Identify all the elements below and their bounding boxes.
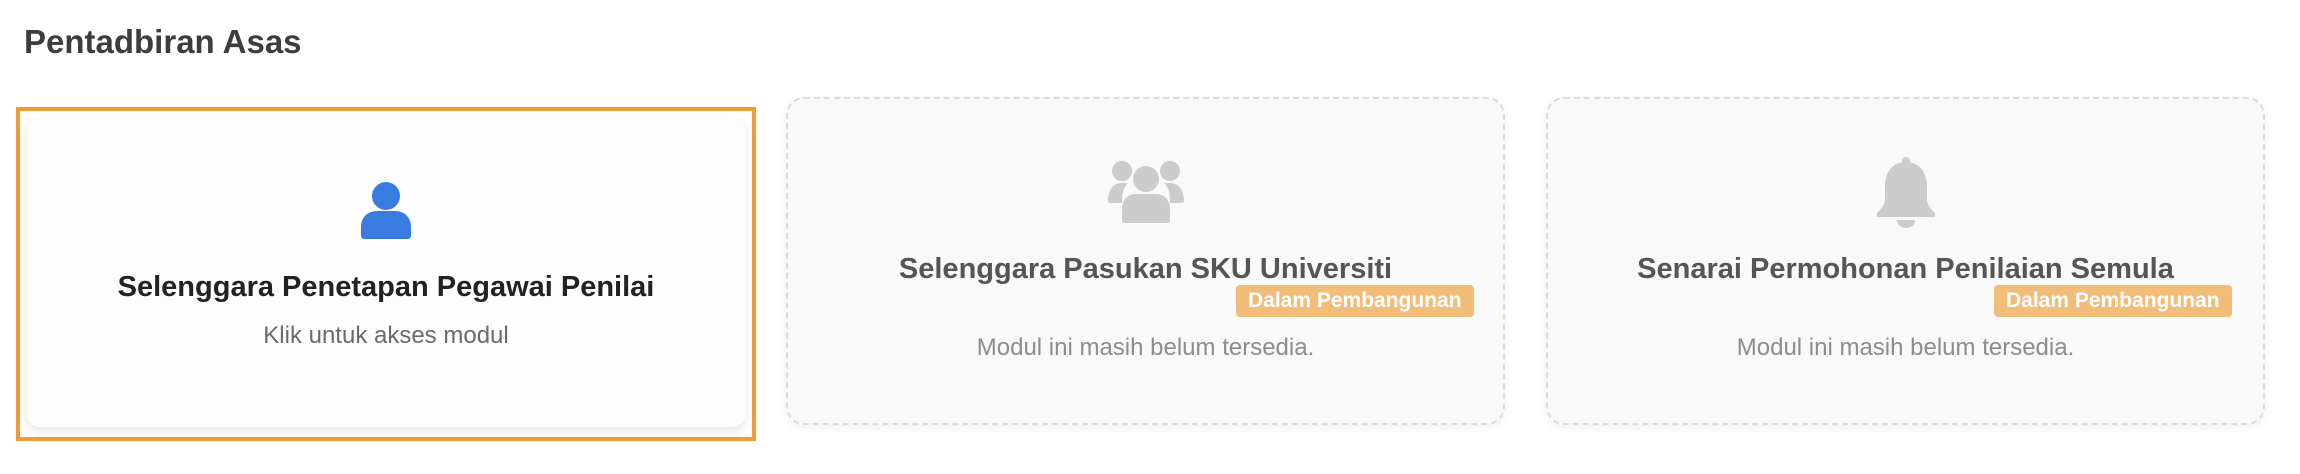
status-badge: Dalam Pembangunan: [1994, 285, 2232, 317]
status-badge: Dalam Pembangunan: [1236, 285, 1474, 317]
user-icon: [360, 181, 412, 246]
bell-icon: [1873, 157, 1939, 234]
module-card-permohonan-penilaian-semula: Senarai Permohonan Penilaian Semula Dala…: [1546, 97, 2265, 425]
card-description: Klik untuk akses modul: [263, 322, 509, 349]
card-description: Modul ini masih belum tersedia.: [1736, 334, 2075, 361]
module-card-pasukan-sku-universiti: Selenggara Pasukan SKU Universiti Dalam …: [786, 97, 1505, 425]
page: Pentadbiran Asas Selenggara Penetapan Pe…: [0, 0, 2300, 474]
module-card-body[interactable]: Selenggara Penetapan Pegawai Penilai Kli…: [26, 117, 746, 427]
card-title: Selenggara Penetapan Pegawai Penilai: [117, 271, 655, 303]
card-title: Senarai Permohonan Penilaian Semula: [1637, 253, 2174, 285]
section-title: Pentadbiran Asas: [24, 23, 302, 60]
icon-container: [1548, 157, 2263, 234]
icon-container: [788, 157, 1503, 232]
users-group-icon: [1107, 157, 1184, 232]
icon-container: [26, 181, 746, 246]
card-description: Modul ini masih belum tersedia.: [976, 334, 1315, 361]
module-card-penetapan-pegawai-penilai[interactable]: Selenggara Penetapan Pegawai Penilai Kli…: [16, 107, 756, 441]
card-title: Selenggara Pasukan SKU Universiti: [898, 253, 1393, 285]
